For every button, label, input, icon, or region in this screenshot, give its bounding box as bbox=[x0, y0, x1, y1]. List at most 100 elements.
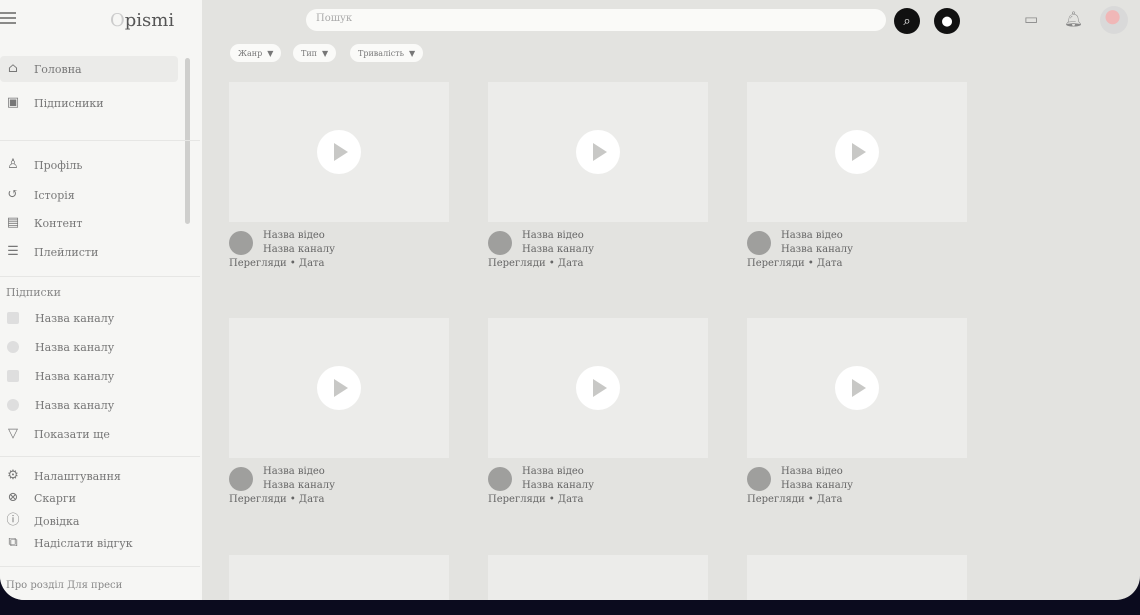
sidebar-item-label: Надіслати відгук bbox=[34, 536, 133, 550]
channel-avatar[interactable] bbox=[488, 467, 512, 491]
channel-avatar[interactable] bbox=[229, 231, 253, 255]
sidebar-item-playlists[interactable]: ☰ Плейлисти bbox=[0, 239, 178, 265]
channel-name[interactable]: Назва каналу bbox=[781, 244, 853, 255]
user-icon: ♙ bbox=[7, 157, 19, 172]
channel-avatar[interactable] bbox=[229, 467, 253, 491]
home-icon: ⌂ bbox=[8, 61, 18, 76]
sidebar-footer[interactable]: Про розділ Для преси bbox=[6, 580, 122, 591]
app-window: Opismi ⌂ Головна ▣ Підписники ♙ Профіль … bbox=[0, 0, 1140, 600]
channel-avatar[interactable] bbox=[747, 231, 771, 255]
video-meta: Перегляди • Дата bbox=[229, 494, 325, 505]
logo[interactable]: Opismi bbox=[110, 10, 174, 31]
filter-label: Жанр bbox=[238, 48, 263, 58]
sidebar-divider bbox=[0, 456, 200, 457]
video-title[interactable]: Назва відео bbox=[263, 230, 325, 241]
feedback-icon: ⧉ bbox=[8, 535, 18, 550]
search-placeholder: Пошук bbox=[316, 13, 353, 24]
channel-name[interactable]: Назва каналу bbox=[522, 244, 594, 255]
video-thumbnail[interactable] bbox=[488, 555, 708, 600]
voice-search-button[interactable]: ● bbox=[934, 8, 960, 34]
video-thumbnail[interactable] bbox=[747, 82, 967, 222]
video-thumbnail[interactable] bbox=[747, 318, 967, 458]
sidebar-item-home[interactable]: ⌂ Головна bbox=[0, 56, 178, 82]
video-thumbnail[interactable] bbox=[488, 318, 708, 458]
video-title[interactable]: Назва відео bbox=[522, 466, 584, 477]
sidebar-item-label: Контент bbox=[34, 216, 83, 230]
sidebar-item-label: Підписники bbox=[34, 96, 104, 110]
video-card[interactable]: Назва відео Назва каналу Перегляди • Дат… bbox=[229, 82, 449, 272]
channel-name[interactable]: Назва каналу bbox=[263, 480, 335, 491]
subscriptions-title: Підписки bbox=[6, 286, 61, 299]
channel-avatar[interactable] bbox=[747, 467, 771, 491]
search-button[interactable]: ⌕ bbox=[894, 8, 920, 34]
filter-duration[interactable]: Тривалість ▼ bbox=[350, 44, 424, 62]
play-icon[interactable] bbox=[835, 366, 879, 410]
channel-name[interactable]: Назва каналу bbox=[781, 480, 853, 491]
filter-type[interactable]: Тип ▼ bbox=[293, 44, 337, 62]
sidebar-item-channel[interactable]: Назва каналу bbox=[0, 392, 178, 418]
sidebar-item-channel[interactable]: Назва каналу bbox=[0, 334, 178, 360]
sidebar-item-history[interactable]: ↺ Історія bbox=[0, 182, 178, 208]
video-meta: Перегляди • Дата bbox=[229, 258, 325, 269]
play-icon[interactable] bbox=[317, 366, 361, 410]
play-icon[interactable] bbox=[835, 130, 879, 174]
flag-icon: ⊗ bbox=[7, 490, 19, 505]
sidebar-item-label: Профіль bbox=[34, 158, 83, 172]
sidebar-item-content[interactable]: ▤ Контент bbox=[0, 210, 178, 236]
search-input[interactable]: Пошук bbox=[306, 9, 886, 31]
sidebar-item-label: Скарги bbox=[34, 491, 76, 505]
video-card[interactable]: Назва відео Назва каналу Перегляди • Дат… bbox=[488, 318, 708, 508]
sidebar: Opismi ⌂ Головна ▣ Підписники ♙ Профіль … bbox=[0, 0, 202, 600]
create-video-icon[interactable]: ▭ bbox=[1024, 10, 1038, 28]
sidebar-item-label: Назва каналу bbox=[35, 369, 115, 383]
settings-icon: ⚙ bbox=[7, 468, 19, 483]
play-icon[interactable] bbox=[576, 366, 620, 410]
sidebar-divider bbox=[0, 276, 200, 277]
play-icon[interactable] bbox=[576, 130, 620, 174]
sidebar-item-label: Налаштування bbox=[34, 469, 121, 483]
video-thumbnail[interactable] bbox=[747, 555, 967, 600]
sidebar-item-subscribers[interactable]: ▣ Підписники bbox=[0, 90, 178, 116]
search-icon: ⌕ bbox=[903, 13, 911, 29]
video-thumbnail[interactable] bbox=[229, 318, 449, 458]
video-card[interactable]: Назва відео Назва каналу Перегляди • Дат… bbox=[488, 82, 708, 272]
video-meta: Перегляди • Дата bbox=[488, 258, 584, 269]
channel-avatar bbox=[7, 370, 19, 382]
channel-name[interactable]: Назва каналу bbox=[263, 244, 335, 255]
filter-genre[interactable]: Жанр ▼ bbox=[230, 44, 282, 62]
sidebar-item-feedback[interactable]: ⧉ Надіслати відгук bbox=[0, 530, 178, 556]
video-meta: Перегляди • Дата bbox=[488, 494, 584, 505]
show-more-label: Показати ще bbox=[34, 427, 110, 441]
chevron-down-icon: ▽ bbox=[8, 426, 18, 441]
video-title[interactable]: Назва відео bbox=[263, 466, 325, 477]
video-thumbnail[interactable] bbox=[229, 555, 449, 600]
video-card[interactable]: Назва відео Назва каналу Перегляди • Дат… bbox=[229, 318, 449, 508]
video-title[interactable]: Назва відео bbox=[781, 230, 843, 241]
history-icon: ↺ bbox=[7, 187, 19, 202]
hamburger-menu-icon[interactable] bbox=[0, 12, 16, 26]
channel-name[interactable]: Назва каналу bbox=[522, 480, 594, 491]
video-title[interactable]: Назва відео bbox=[522, 230, 584, 241]
sidebar-item-label: Назва каналу bbox=[35, 340, 115, 354]
filter-label: Тип bbox=[301, 48, 317, 58]
video-thumbnail[interactable] bbox=[229, 82, 449, 222]
play-icon[interactable] bbox=[317, 130, 361, 174]
microphone-icon: ● bbox=[941, 13, 953, 29]
video-title[interactable]: Назва відео bbox=[781, 466, 843, 477]
chevron-down-icon: ▼ bbox=[267, 48, 274, 58]
sidebar-item-channel[interactable]: Назва каналу bbox=[0, 305, 178, 331]
show-more-button[interactable]: ▽ Показати ще bbox=[0, 421, 178, 447]
subscriptions-icon: ▣ bbox=[6, 95, 20, 110]
channel-avatar[interactable] bbox=[488, 231, 512, 255]
sidebar-divider bbox=[0, 140, 200, 141]
sidebar-item-channel[interactable]: Назва каналу bbox=[0, 363, 178, 389]
sidebar-item-profile[interactable]: ♙ Профіль bbox=[0, 152, 178, 178]
video-card[interactable]: Назва відео Назва каналу Перегляди • Дат… bbox=[747, 318, 967, 508]
video-thumbnail[interactable] bbox=[488, 82, 708, 222]
sidebar-item-label: Назва каналу bbox=[35, 311, 115, 325]
bell-icon[interactable]: 🔔︎ bbox=[1064, 10, 1083, 28]
sidebar-scrollbar[interactable] bbox=[185, 58, 190, 224]
avatar[interactable] bbox=[1100, 6, 1128, 34]
video-card[interactable]: Назва відео Назва каналу Перегляди • Дат… bbox=[747, 82, 967, 272]
sidebar-item-label: Головна bbox=[34, 62, 82, 76]
